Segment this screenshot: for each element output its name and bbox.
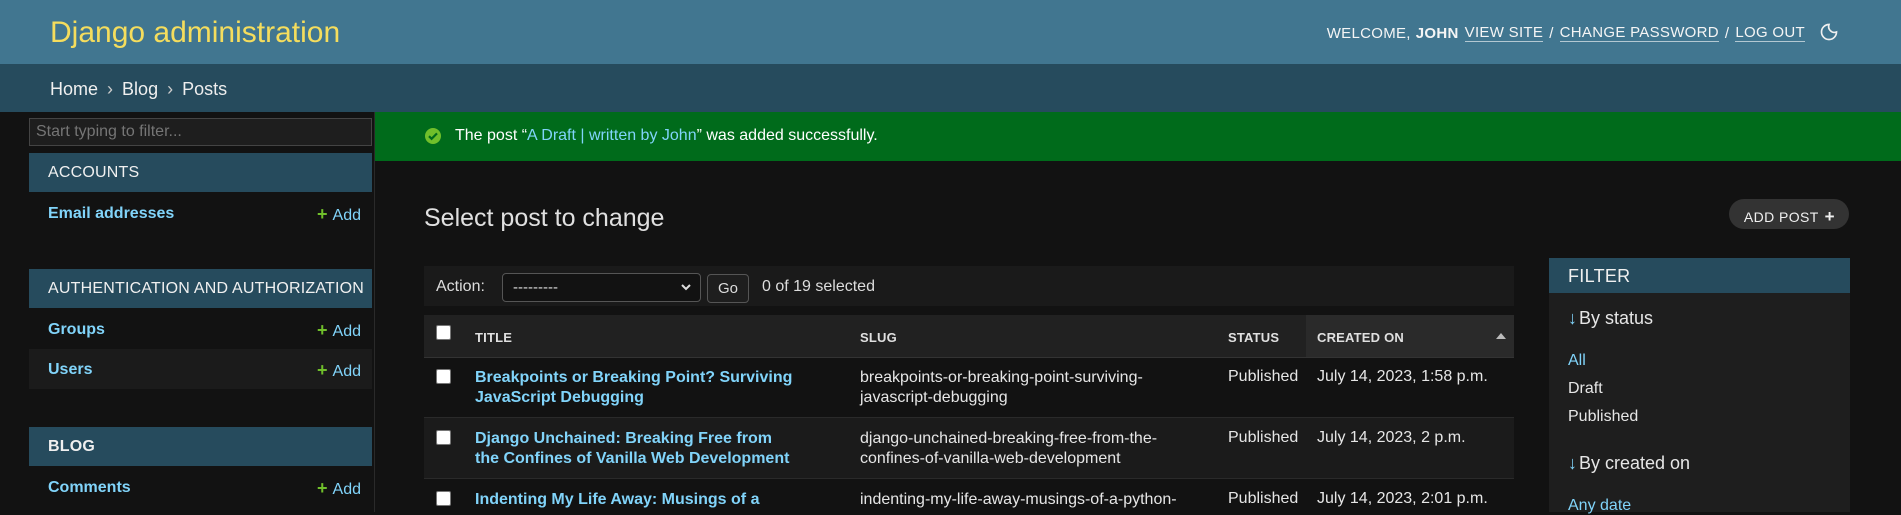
breadcrumb: Home › Blog › Posts [0,64,1901,112]
site-header: Django administration WELCOME, JOHN VIEW… [0,0,1901,64]
check-circle-icon [424,127,442,145]
plus-icon: + [317,320,328,340]
app-caption-accounts[interactable]: ACCOUNTS [29,153,372,192]
post-status: Published [1228,490,1299,507]
arrow-down-icon: ↓ [1568,308,1577,328]
row-checkbox[interactable] [436,369,451,384]
page-title: Select post to change [424,204,665,232]
moon-icon[interactable] [1819,22,1841,44]
post-title-link[interactable]: Breakpoints or Breaking Point? Surviving… [475,368,795,408]
post-title-link[interactable]: Indenting My Life Away: Musings of a Pyt… [475,490,795,512]
post-created-on: July 14, 2023, 1:58 p.m. [1317,368,1488,385]
filter-option-all[interactable]: All [1568,352,1586,370]
go-button[interactable]: Go [707,274,749,303]
separator: / [1549,24,1554,42]
table-row: Django Unchained: Breaking Free from the… [424,418,1514,479]
message-prefix: The post “ [455,127,528,144]
table-row: Indenting My Life Away: Musings of a Pyt… [424,479,1514,512]
row-checkbox[interactable] [436,491,451,506]
model-link-groups[interactable]: Groups [48,321,105,338]
table-row: Breakpoints or Breaking Point? Surviving… [424,357,1514,418]
site-branding[interactable]: Django administration [50,16,340,50]
select-all-checkbox[interactable] [436,325,451,340]
breadcrumb-home[interactable]: Home [50,79,98,99]
view-site-link[interactable]: VIEW SITE [1464,24,1544,42]
welcome-text: WELCOME, [1326,24,1411,42]
action-label: Action: [436,278,485,295]
plus-icon: + [317,360,328,380]
arrow-down-icon: ↓ [1568,453,1577,473]
filter-option-published[interactable]: Published [1568,408,1638,426]
sort-ascending-icon[interactable] [1496,329,1506,344]
table-header: TITLE SLUG STATUS CREATED ON [424,315,1514,358]
add-post-label: ADD POST [1743,209,1819,225]
action-select-value: --------- [513,279,558,296]
username: JOHN [1415,24,1459,42]
chevron-down-icon [680,277,692,300]
filter-group-created-on[interactable]: ↓ By created on [1568,453,1690,474]
model-link-comments[interactable]: Comments [48,479,131,496]
sidebar-item-comments: Comments + Add [29,467,372,507]
plus-icon: + [317,478,328,498]
plus-icon: + [1824,207,1835,226]
model-link-email-addresses[interactable]: Email addresses [48,205,174,222]
filter-option-draft[interactable]: Draft [1568,380,1603,398]
add-email-address-link[interactable]: + Add [317,204,361,225]
post-title-link[interactable]: Django Unchained: Breaking Free from the… [475,429,795,469]
changelist-filter: FILTER ↓ By status All Draft Published ↓ B… [1549,258,1850,515]
filter-group-status[interactable]: ↓ By status [1568,308,1653,329]
add-comment-link[interactable]: + Add [317,478,361,499]
sidebar-item-users: Users + Add [29,349,372,389]
filter-heading: FILTER [1549,258,1850,293]
post-created-on: July 14, 2023, 2:01 p.m. [1317,490,1488,507]
add-user-link[interactable]: + Add [317,360,361,381]
results-table: TITLE SLUG STATUS CREATED ON Breakpoints… [424,315,1514,512]
filter-option-any-date[interactable]: Any date [1568,497,1631,515]
post-slug: breakpoints-or-breaking-point-surviving-… [860,369,1143,406]
breadcrumb-current: Posts [182,79,228,99]
message-suffix: ” was added successfully. [696,127,878,144]
actions-bar: Action: --------- Go 0 of 19 selected [424,266,1514,306]
column-header-slug[interactable]: SLUG [860,330,897,345]
column-header-title[interactable]: TITLE [475,330,512,345]
breadcrumb-blog[interactable]: Blog [122,79,158,99]
breadcrumb-separator: › [107,79,114,99]
post-slug: django-unchained-breaking-free-from-the-… [860,430,1158,467]
post-slug: indenting-my-life-away-musings-of-a-pyth… [860,491,1177,508]
column-header-created-on[interactable]: CREATED ON [1317,330,1404,345]
nav-sidebar: ACCOUNTS Email addresses +Add AUTHENTICA… [0,112,375,512]
add-group-link[interactable]: + Add [317,320,361,341]
add-post-button[interactable]: ADD POST + [1728,199,1849,229]
plus-icon: + [317,204,328,224]
success-message: The post “A Draft | written by John” was… [375,112,1901,161]
app-caption-blog[interactable]: BLOG [29,427,372,466]
column-header-status[interactable]: STATUS [1228,330,1279,345]
sidebar-item-groups: Groups + Add [29,309,372,349]
separator: / [1724,24,1730,42]
post-status: Published [1228,429,1299,446]
nav-filter-input[interactable] [29,118,372,146]
breadcrumb-separator: › [167,79,174,99]
model-link-users[interactable]: Users [48,361,92,378]
app-caption-auth[interactable]: AUTHENTICATION AND AUTHORIZATION [29,269,372,308]
user-tools: WELCOME, JOHN VIEW SITE / CHANGE PASSWOR… [1327,22,1841,44]
selected-count: 0 of 19 selected [762,278,875,295]
message-link[interactable]: A Draft | written by John [527,127,697,144]
post-status: Published [1228,368,1299,385]
action-select[interactable]: --------- [502,273,701,302]
sidebar-item-email-addresses: Email addresses + Add [29,193,372,233]
log-out-link[interactable]: LOG OUT [1735,24,1805,42]
post-created-on: July 14, 2023, 2 p.m. [1317,429,1466,446]
main-content: The post “A Draft | written by John” was… [375,112,1901,515]
change-password-link[interactable]: CHANGE PASSWORD [1559,24,1719,42]
row-checkbox[interactable] [436,430,451,445]
